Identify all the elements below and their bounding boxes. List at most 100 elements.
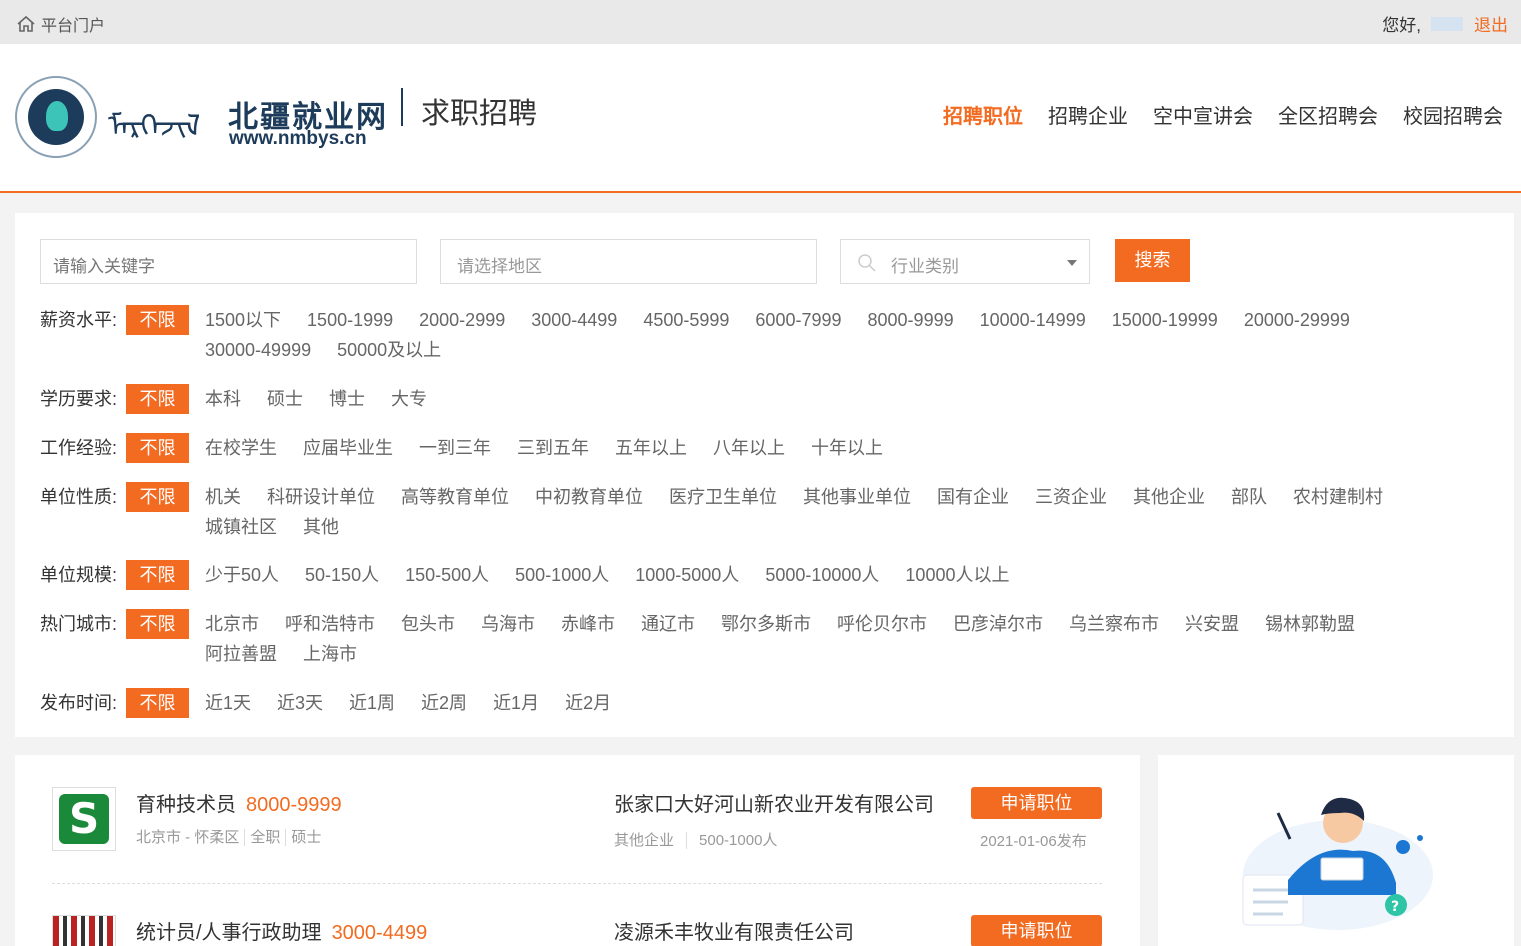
filter-option[interactable]: 15000-19999 xyxy=(1112,305,1218,335)
username-redacted xyxy=(1431,16,1463,31)
filter-option[interactable]: 少于50人 xyxy=(205,560,279,590)
filter-option[interactable]: 30000-49999 xyxy=(205,335,311,365)
filter-option[interactable]: 博士 xyxy=(329,384,365,414)
job-salary: 3000-4499 xyxy=(331,922,428,944)
keyword-input[interactable]: 请输入关键字 xyxy=(40,239,417,284)
filter-option[interactable]: 8000-9999 xyxy=(868,305,954,335)
filter-option[interactable]: 高等教育单位 xyxy=(401,482,509,512)
filter-option[interactable]: 兴安盟 xyxy=(1185,609,1239,639)
filter-row-org-type: 单位性质: 不限 机关 科研设计单位 高等教育单位 中初教育单位 医疗卫生单位 其他事业单… xyxy=(40,482,1425,542)
filter-option[interactable]: 硕士 xyxy=(267,384,303,414)
filter-option[interactable]: 八年以上 xyxy=(713,433,785,463)
filter-label: 热门城市: xyxy=(40,614,118,634)
filter-option[interactable]: 呼伦贝尔市 xyxy=(837,609,927,639)
filter-nolimit-button[interactable]: 不限 xyxy=(126,688,189,718)
greeting: 您好, xyxy=(1382,11,1463,36)
filter-option[interactable]: 4500-5999 xyxy=(643,305,729,335)
filter-option[interactable]: 乌兰察布市 xyxy=(1069,609,1159,639)
filter-nolimit-button[interactable]: 不限 xyxy=(126,384,189,414)
filter-option[interactable]: 近1月 xyxy=(493,688,539,718)
filter-option[interactable]: 20000-29999 xyxy=(1244,305,1350,335)
filter-option[interactable]: 3000-4499 xyxy=(531,305,617,335)
filter-option[interactable]: 乌海市 xyxy=(481,609,535,639)
filter-option[interactable]: 锡林郭勒盟 xyxy=(1265,609,1355,639)
filter-option[interactable]: 150-500人 xyxy=(405,560,489,590)
filter-option[interactable]: 5000-10000人 xyxy=(765,560,879,590)
filter-option[interactable]: 三资企业 xyxy=(1035,482,1107,512)
filter-options: 1500以下 1500-1999 2000-2999 3000-4499 4500-59… xyxy=(205,305,1425,365)
filter-option[interactable]: 50000及以上 xyxy=(337,335,441,365)
filter-option[interactable]: 通辽市 xyxy=(641,609,695,639)
nav-campus-fairs[interactable]: 校园招聘会 xyxy=(1403,100,1503,129)
filter-options: 近1天 近3天 近1周 近2周 近1月 近2月 xyxy=(205,688,1425,718)
filter-nolimit-button[interactable]: 不限 xyxy=(126,305,189,335)
filter-option[interactable]: 500-1000人 xyxy=(515,560,609,590)
filter-option[interactable]: 近2月 xyxy=(565,688,611,718)
filter-option[interactable]: 其他事业单位 xyxy=(803,482,911,512)
logout-link[interactable]: 退出 xyxy=(1474,11,1508,36)
nav-jobs[interactable]: 招聘职位 xyxy=(943,100,1023,129)
filter-option[interactable]: 6000-7999 xyxy=(755,305,841,335)
filter-option[interactable]: 北京市 xyxy=(205,609,259,639)
job-title-link[interactable]: 统计员/人事行政助理 3000-4499 xyxy=(136,916,427,945)
region-select[interactable]: 请选择地区 xyxy=(440,239,817,284)
filter-option[interactable]: 五年以上 xyxy=(615,433,687,463)
filter-option[interactable]: 1500-1999 xyxy=(307,305,393,335)
filter-option[interactable]: 部队 xyxy=(1231,482,1267,512)
company-name-link[interactable]: 凌源禾丰牧业有限责任公司 xyxy=(614,916,854,945)
portal-link[interactable]: 平台门户 xyxy=(16,12,105,36)
filter-label: 工作经验: xyxy=(40,438,118,458)
filter-option[interactable]: 一到三年 xyxy=(419,433,491,463)
top-bar: 平台门户 您好, 退出 xyxy=(0,0,1521,44)
industry-select[interactable]: 行业类别 xyxy=(840,239,1090,284)
search-button[interactable]: 搜索 xyxy=(1115,239,1190,282)
filter-row-org-size: 单位规模: 不限 少于50人 50-150人 150-500人 500-1000人 10… xyxy=(40,560,1425,590)
filter-option[interactable]: 国有企业 xyxy=(937,482,1009,512)
apply-button[interactable]: 申请职位 xyxy=(971,915,1102,946)
filter-option[interactable]: 近1周 xyxy=(349,688,395,718)
filter-option[interactable]: 1500以下 xyxy=(205,305,281,335)
filter-label: 学历要求: xyxy=(40,389,118,409)
nav-companies[interactable]: 招聘企业 xyxy=(1048,100,1128,129)
filter-option[interactable]: 十年以上 xyxy=(811,433,883,463)
home-icon xyxy=(17,15,35,32)
filter-option[interactable]: 呼和浩特市 xyxy=(285,609,375,639)
filter-nolimit-button[interactable]: 不限 xyxy=(126,560,189,590)
filter-option[interactable]: 10000人以上 xyxy=(905,560,1009,590)
section-title: 求职招聘 xyxy=(421,98,538,130)
filter-option[interactable]: 包头市 xyxy=(401,609,455,639)
filter-option[interactable]: 2000-2999 xyxy=(419,305,505,335)
filter-option[interactable]: 近3天 xyxy=(277,688,323,718)
filter-option[interactable]: 其他 xyxy=(303,512,339,542)
filter-option[interactable]: 农村建制村 xyxy=(1293,482,1383,512)
filter-option[interactable]: 鄂尔多斯市 xyxy=(721,609,811,639)
filter-label: 单位规模: xyxy=(40,565,118,585)
filter-option[interactable]: 1000-5000人 xyxy=(635,560,739,590)
greeting-text: 您好, xyxy=(1382,16,1421,35)
filter-option[interactable]: 10000-14999 xyxy=(980,305,1086,335)
filter-option[interactable]: 城镇社区 xyxy=(205,512,277,542)
filter-option[interactable]: 科研设计单位 xyxy=(267,482,375,512)
filter-option[interactable]: 阿拉善盟 xyxy=(205,639,277,669)
filter-option[interactable]: 上海市 xyxy=(303,639,357,669)
filter-option[interactable]: 大专 xyxy=(391,384,427,414)
filter-nolimit-button[interactable]: 不限 xyxy=(126,482,189,512)
filter-nolimit-button[interactable]: 不限 xyxy=(126,609,189,639)
filter-option[interactable]: 医疗卫生单位 xyxy=(669,482,777,512)
filter-option[interactable]: 应届毕业生 xyxy=(303,433,393,463)
filter-option[interactable]: 其他企业 xyxy=(1133,482,1205,512)
filter-nolimit-button[interactable]: 不限 xyxy=(126,433,189,463)
filter-option[interactable]: 本科 xyxy=(205,384,241,414)
filter-option[interactable]: 巴彦淖尔市 xyxy=(953,609,1043,639)
filter-label: 单位性质: xyxy=(40,487,118,507)
nav-regional-fairs[interactable]: 全区招聘会 xyxy=(1278,100,1378,129)
filter-option[interactable]: 中初教育单位 xyxy=(535,482,643,512)
filter-option[interactable]: 在校学生 xyxy=(205,433,277,463)
nav-online-talks[interactable]: 空中宣讲会 xyxy=(1153,100,1253,129)
filter-option[interactable]: 近1天 xyxy=(205,688,251,718)
filter-option[interactable]: 50-150人 xyxy=(305,560,379,590)
filter-option[interactable]: 三到五年 xyxy=(517,433,589,463)
filter-option[interactable]: 机关 xyxy=(205,482,241,512)
filter-option[interactable]: 近2周 xyxy=(421,688,467,718)
filter-option[interactable]: 赤峰市 xyxy=(561,609,615,639)
